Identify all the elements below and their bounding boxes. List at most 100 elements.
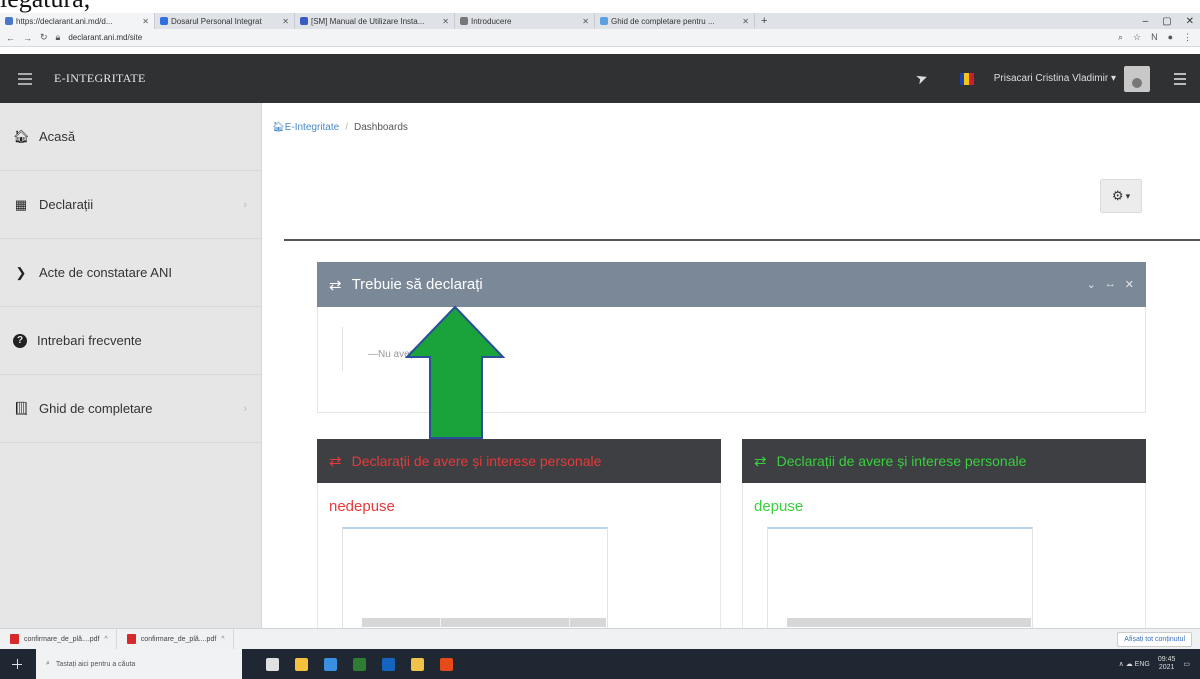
clock-time: 09:45 (1157, 656, 1176, 663)
folder-icon[interactable] (411, 657, 424, 671)
pin-icon[interactable]: ➤ (913, 69, 930, 89)
sidebar-item-declarations[interactable]: ▦ Declarații › (0, 171, 261, 239)
tab-close-icon[interactable]: ✕ (442, 17, 449, 26)
download-filename: confirmare_de_plă....pdf (140, 635, 217, 643)
word-icon[interactable] (382, 657, 395, 671)
notification-icon[interactable]: ▭ (1183, 660, 1190, 668)
windows-start-icon[interactable] (12, 659, 22, 669)
chrome-icon[interactable] (440, 657, 453, 671)
chevron-up-icon[interactable]: ^ (221, 636, 224, 643)
chevron-right-icon: ❯ (15, 264, 27, 280)
os-taskbar: ⌕ Tastați aici pentru a căuta ∧ ☁ ENG 09… (0, 649, 1200, 679)
submitted-widget-body: depuse (742, 483, 1146, 643)
sidebar-item-label: Acasă (39, 129, 76, 144)
new-tab-button[interactable]: + (755, 15, 773, 27)
chart-axis-strip (787, 618, 1031, 627)
tray-icons[interactable]: ∧ ☁ ENG (1119, 660, 1150, 668)
chevron-right-icon: › (243, 402, 247, 415)
widget-controls: ⌄ ↔ ✕ (1087, 278, 1134, 291)
widget-title: Declarații de avere și interese personal… (351, 453, 602, 469)
tab-close-icon[interactable]: ✕ (142, 17, 149, 26)
user-menu[interactable]: Prisacari Cristina Vladimir ▾ (994, 73, 1116, 84)
brand-logo[interactable]: E-INTEGRITATE (54, 71, 146, 86)
sidebar: 🏠︎ Acasă ▦ Declarații › ❯ Acte de consta… (0, 103, 262, 628)
tab-label: Dosarul Personal Integrat (171, 16, 262, 26)
avatar-head (1132, 77, 1142, 88)
show-all-downloads-button[interactable]: Afișați tot conținutul (1117, 631, 1192, 647)
content-divider (284, 239, 1200, 241)
maximize-button[interactable]: ▢ (1162, 16, 1171, 27)
browser-tab[interactable]: https://declarant.ani.md/d... ✕ (0, 13, 155, 29)
clock-date: 2021 (1158, 664, 1175, 671)
pending-declarations-widget-header: ⇄ Trebuie să declarați ⌄ ↔ ✕ (317, 262, 1146, 307)
window-controls: – ▢ ✕ (1143, 16, 1200, 27)
tab-favicon-icon (300, 17, 308, 25)
expand-icon[interactable]: ↔ (1105, 278, 1116, 291)
sidebar-item-home[interactable]: 🏠︎ Acasă (0, 103, 261, 171)
extension-icon[interactable]: N (1151, 32, 1158, 43)
avatar[interactable] (1124, 65, 1150, 92)
file-explorer-icon[interactable] (295, 657, 308, 671)
download-item[interactable]: confirmare_de_plă....pdf ^ (117, 628, 234, 650)
downloads-bar: confirmare_de_plă....pdf ^ confirmare_de… (0, 628, 1200, 650)
sidebar-toggle-icon[interactable] (18, 72, 32, 85)
lock-icon[interactable]: 🔒︎ (56, 32, 61, 43)
browser-tab[interactable]: Dosarul Personal Integrat ✕ (155, 13, 295, 29)
star-icon[interactable]: ☆ (1133, 32, 1141, 43)
forward-icon[interactable]: → (23, 33, 32, 43)
tab-label: Ghid de completare pentru ... (611, 16, 715, 26)
browser-tab[interactable]: Introducere ✕ (455, 13, 595, 29)
close-icon[interactable]: ✕ (1125, 278, 1134, 291)
search-icon: ⌕ (46, 660, 50, 667)
browser-tab-strip: https://declarant.ani.md/d... ✕ Dosarul … (0, 13, 1200, 29)
book-icon: 📕︎ (13, 400, 30, 416)
sidebar-item-label: Acte de constatare ANI (39, 265, 172, 280)
browser-tab[interactable]: Ghid de completare pentru ... ✕ (595, 13, 755, 29)
sidebar-item-ani-acts[interactable]: ❯ Acte de constatare ANI (0, 239, 261, 307)
app-navbar: E-INTEGRITATE ➤ Prisacari Cristina Vladi… (0, 54, 1200, 103)
tab-close-icon[interactable]: ✕ (582, 17, 589, 26)
widget-title: Declarații de avere și interese personal… (776, 453, 1027, 469)
profile-icon[interactable]: ● (1168, 32, 1173, 43)
not-submitted-widget-body: nedepuse (317, 483, 721, 643)
taskbar-clock[interactable]: 09:45 2021 (1158, 656, 1176, 672)
sidebar-item-guide[interactable]: 📕︎ Ghid de completare › (0, 375, 261, 443)
close-window-button[interactable]: ✕ (1186, 16, 1194, 27)
tab-label: https://declarant.ani.md/d... (16, 16, 113, 26)
zoom-icon[interactable]: ⌕ (1118, 32, 1123, 43)
store-icon[interactable] (324, 657, 337, 671)
download-item[interactable]: confirmare_de_plă....pdf ^ (0, 628, 117, 650)
widget-subtitle: depuse (754, 498, 804, 515)
flag-stripe (969, 72, 974, 85)
breadcrumb-home[interactable]: 🏠︎E-Integritate (272, 122, 339, 133)
browser-menu-icon[interactable]: ⋮ (1183, 32, 1192, 43)
collapse-icon[interactable]: ⌄ (1087, 278, 1096, 291)
settings-dropdown-button[interactable]: ⚙ ▾ (1100, 179, 1142, 213)
browser-toolbar-icons: ⌕ ☆ N ● ⋮ (1118, 32, 1200, 43)
chart-axis-strip (362, 618, 606, 627)
sidebar-item-faq[interactable]: ? Intrebari frecvente (0, 307, 261, 375)
taskbar-search[interactable]: ⌕ Tastați aici pentru a căuta (36, 649, 242, 679)
breadcrumb: 🏠︎E-Integritate / Dashboards (272, 122, 408, 133)
gear-icon: ⚙ (1111, 188, 1124, 203)
back-icon[interactable]: ← (6, 33, 15, 43)
tab-close-icon[interactable]: ✕ (282, 17, 289, 26)
grid-icon: ▦ (14, 196, 28, 212)
browser-tab[interactable]: [SM] Manual de Utilizare Insta... ✕ (295, 13, 455, 29)
system-tray: ∧ ☁ ENG 09:45 2021 ▭ (1119, 656, 1200, 672)
minimize-button[interactable]: – (1143, 16, 1149, 27)
task-view-icon[interactable] (266, 657, 279, 671)
language-flag-icon[interactable] (959, 72, 974, 85)
taskbar-apps (266, 657, 453, 671)
tab-label: Introducere (471, 16, 512, 26)
reload-icon[interactable]: ↻ (40, 32, 48, 43)
menu-icon[interactable] (1174, 72, 1186, 85)
address-bar: ← → ↻ 🔒︎ declarant.ani.md/site ⌕ ☆ N ● ⋮ (0, 29, 1200, 47)
breadcrumb-separator: / (345, 122, 348, 133)
tab-close-icon[interactable]: ✕ (742, 17, 749, 26)
url-field[interactable]: declarant.ani.md/site (68, 33, 142, 42)
home-icon: 🏠︎ (13, 128, 30, 144)
excel-icon[interactable] (353, 657, 366, 671)
chevron-up-icon[interactable]: ^ (105, 636, 108, 643)
taskbar-search-placeholder: Tastați aici pentru a căuta (55, 660, 136, 668)
